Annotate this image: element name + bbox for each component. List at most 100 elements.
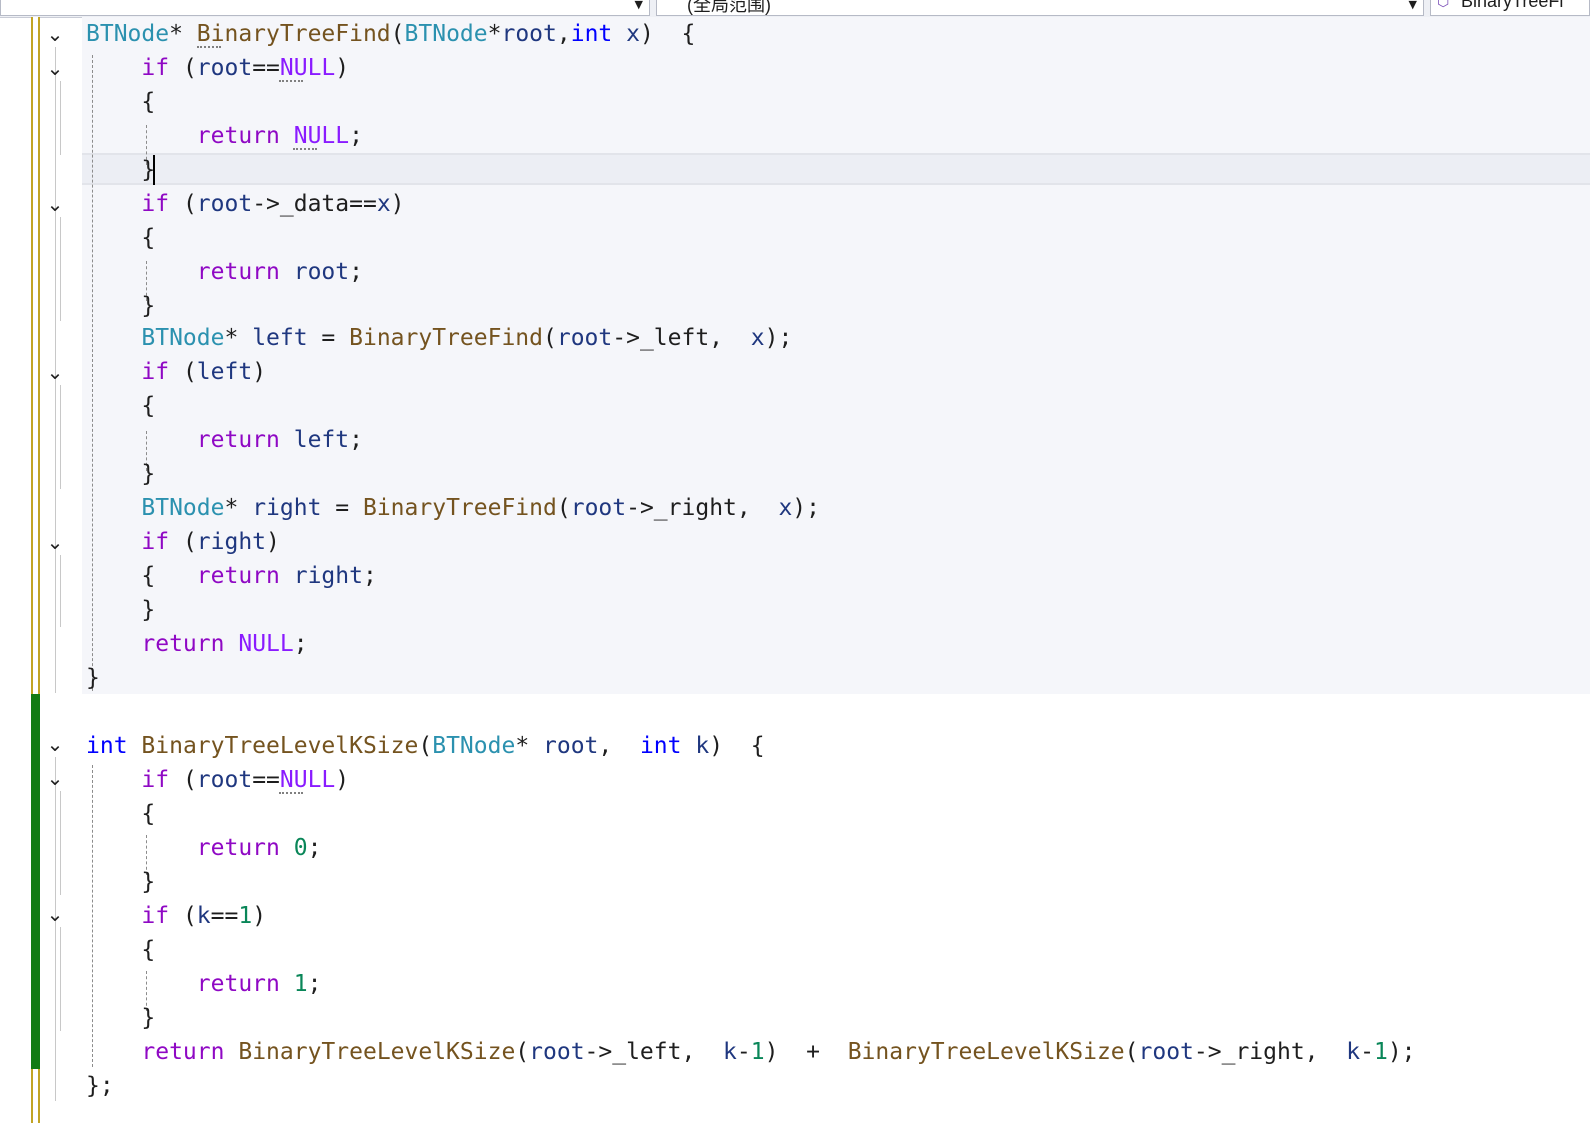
code-token: 1 xyxy=(293,971,308,997)
code-line[interactable]: if (left) xyxy=(86,355,266,389)
code-token: ( xyxy=(543,325,557,351)
code-line[interactable]: } xyxy=(86,1001,155,1035)
code-token: { xyxy=(86,393,156,419)
code-line[interactable]: { xyxy=(86,85,155,119)
outline-line xyxy=(60,555,61,627)
code-line[interactable]: } xyxy=(86,593,155,627)
change-bar-saved xyxy=(31,1069,40,1123)
code-line[interactable]: { xyxy=(86,221,155,255)
code-token: ; xyxy=(362,563,377,589)
code-line[interactable]: if (right) xyxy=(86,525,280,559)
code-line[interactable]: return NULL; xyxy=(86,119,363,153)
code-token: } xyxy=(86,461,156,487)
code-token: return xyxy=(196,563,280,589)
code-token: 1 xyxy=(238,903,253,929)
code-token: root xyxy=(501,21,557,47)
code-token: == xyxy=(252,55,280,81)
fold-toggle-chevron-down-icon[interactable]: ⌄ xyxy=(44,193,66,215)
code-token: return xyxy=(196,835,280,861)
code-token: left xyxy=(252,325,308,351)
code-token: BTNode xyxy=(141,495,225,521)
suggestion-squiggle[interactable] xyxy=(279,789,303,794)
code-token: 1 xyxy=(750,1039,765,1065)
code-editor[interactable]: ⌄ ⌄ ⌄ ⌄ ⌄ ⌄ ⌄ ⌄ BTNode* BinaryTreeFind(B… xyxy=(0,17,1590,1123)
code-token: NULL xyxy=(238,631,294,657)
code-token: } xyxy=(86,157,156,183)
code-line[interactable]: } xyxy=(86,289,155,323)
code-token: x xyxy=(626,21,640,47)
code-line[interactable]: return NULL; xyxy=(86,627,307,661)
project-dropdown[interactable]: ▼ xyxy=(0,0,650,16)
code-token: root xyxy=(556,325,613,351)
outline-line xyxy=(60,791,61,895)
fold-toggle-chevron-down-icon[interactable]: ⌄ xyxy=(44,767,66,789)
scope-dropdown[interactable]: (全局范围) ▼ xyxy=(656,0,1424,16)
code-line[interactable]: } xyxy=(86,153,155,187)
code-line[interactable]: BTNode* left = BinaryTreeFind(root->_lef… xyxy=(86,321,792,355)
code-token: }; xyxy=(86,1073,114,1099)
code-line[interactable]: } xyxy=(86,661,100,695)
fold-toggle-chevron-down-icon[interactable]: ⌄ xyxy=(44,23,66,45)
fold-toggle-chevron-down-icon[interactable]: ⌄ xyxy=(44,531,66,553)
code-token: BTNode xyxy=(404,21,488,47)
member-dropdown[interactable]: ⬡ BinaryTreeFi xyxy=(1430,0,1590,16)
code-line[interactable]: BTNode* BinaryTreeFind(BTNode*root,int x… xyxy=(86,17,695,51)
code-line[interactable]: { xyxy=(86,797,155,831)
code-line[interactable]: return 0; xyxy=(86,831,322,865)
text-caret xyxy=(153,155,155,185)
code-token: return xyxy=(196,427,280,453)
suggestion-squiggle[interactable] xyxy=(293,145,317,150)
code-token: x xyxy=(376,191,391,217)
code-token: BTNode xyxy=(141,325,225,351)
code-line[interactable]: if (k==1) xyxy=(86,899,266,933)
code-line[interactable]: return BinaryTreeLevelKSize(root->_left,… xyxy=(86,1035,1415,1069)
fold-toggle-chevron-down-icon[interactable]: ⌄ xyxy=(44,903,66,925)
code-line[interactable]: int BinaryTreeLevelKSize(BTNode* root, i… xyxy=(86,729,765,763)
code-token: k xyxy=(695,733,710,759)
code-token: * xyxy=(169,21,197,47)
code-token: return xyxy=(196,259,280,285)
code-line[interactable]: } xyxy=(86,865,155,899)
code-token: ( xyxy=(169,359,197,385)
suggestion-squiggle[interactable] xyxy=(279,77,303,82)
code-line[interactable]: }; xyxy=(86,1069,114,1103)
code-line[interactable]: if (root==NULL) xyxy=(86,763,349,797)
code-line[interactable]: { xyxy=(86,933,155,967)
code-line[interactable]: if (root==NULL) xyxy=(86,51,349,85)
fold-toggle-chevron-down-icon[interactable]: ⌄ xyxy=(44,57,66,79)
code-line[interactable]: return root; xyxy=(86,255,363,289)
code-token: if xyxy=(141,903,170,929)
code-line[interactable]: { return right; xyxy=(86,559,377,593)
fold-toggle-chevron-down-icon[interactable]: ⌄ xyxy=(44,733,66,755)
code-line[interactable]: return left; xyxy=(86,423,363,457)
code-token: * xyxy=(224,495,253,521)
code-token: ( xyxy=(169,767,197,793)
code-token: return xyxy=(141,631,225,657)
code-line[interactable]: return 1; xyxy=(86,967,322,1001)
code-token: root xyxy=(570,495,627,521)
code-line[interactable]: BTNode* right = BinaryTreeFind(root->_ri… xyxy=(86,491,820,525)
code-line[interactable]: } xyxy=(86,457,155,491)
code-token: ) xyxy=(252,359,267,385)
fold-toggle-chevron-down-icon[interactable]: ⌄ xyxy=(44,361,66,383)
chevron-down-icon: ▼ xyxy=(1408,0,1417,11)
code-token: 0 xyxy=(293,835,308,861)
code-token: x xyxy=(750,325,765,351)
code-token: BinaryTreeLevelKSize xyxy=(238,1039,516,1065)
code-line[interactable]: if (root->_data==x) xyxy=(86,187,404,221)
code-line[interactable]: { xyxy=(86,389,155,423)
suggestion-squiggle[interactable] xyxy=(197,43,221,48)
